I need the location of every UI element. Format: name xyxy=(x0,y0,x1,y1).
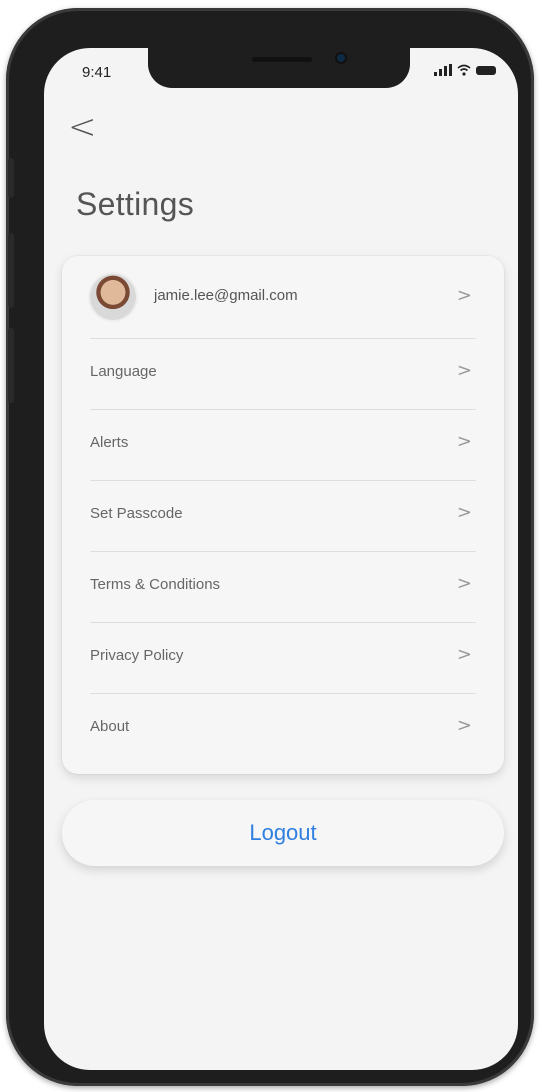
logout-button[interactable]: Logout xyxy=(62,800,504,866)
chevron-right-icon: > xyxy=(456,573,472,594)
account-email: jamie.lee@gmail.com xyxy=(154,287,298,304)
settings-item-label: Set Passcode xyxy=(90,505,183,522)
settings-item-label: About xyxy=(90,718,130,735)
volume-down-button xyxy=(8,328,14,403)
chevron-right-icon: > xyxy=(456,502,472,523)
settings-item-set-passcode[interactable]: Set Passcode > xyxy=(90,481,476,552)
status-icons xyxy=(434,64,496,76)
speaker xyxy=(252,57,312,62)
avatar xyxy=(90,274,136,320)
signal-icon xyxy=(434,64,452,76)
account-row[interactable]: jamie.lee@gmail.com > xyxy=(90,256,476,339)
settings-item-about[interactable]: About > xyxy=(90,694,476,765)
settings-item-privacy[interactable]: Privacy Policy > xyxy=(90,623,476,694)
settings-card: jamie.lee@gmail.com > Language > Alerts … xyxy=(62,256,504,774)
status-time: 9:41 xyxy=(82,64,112,81)
battery-icon xyxy=(476,66,496,75)
settings-item-language[interactable]: Language > xyxy=(90,339,476,410)
volume-up-button xyxy=(8,233,14,308)
settings-item-label: Alerts xyxy=(90,434,129,451)
chevron-right-icon: > xyxy=(456,360,472,381)
page-title: Settings xyxy=(76,186,195,222)
screen: 9:41 < Settings jamie.lee@gmail.com > La… xyxy=(44,48,518,1070)
back-button[interactable]: < xyxy=(68,110,97,144)
phone-frame: 9:41 < Settings jamie.lee@gmail.com > La… xyxy=(6,8,534,1086)
settings-item-label: Terms & Conditions xyxy=(90,576,221,593)
wifi-icon xyxy=(457,64,471,76)
chevron-right-icon: > xyxy=(456,715,472,736)
chevron-right-icon: > xyxy=(456,285,472,306)
chevron-right-icon: > xyxy=(456,431,472,452)
silent-switch xyxy=(8,158,14,198)
front-camera xyxy=(337,54,345,62)
settings-item-label: Language xyxy=(90,363,157,380)
chevron-right-icon: > xyxy=(456,644,472,665)
notch xyxy=(148,48,410,88)
settings-item-label: Privacy Policy xyxy=(90,647,184,664)
settings-item-terms[interactable]: Terms & Conditions > xyxy=(90,552,476,623)
settings-item-alerts[interactable]: Alerts > xyxy=(90,410,476,481)
